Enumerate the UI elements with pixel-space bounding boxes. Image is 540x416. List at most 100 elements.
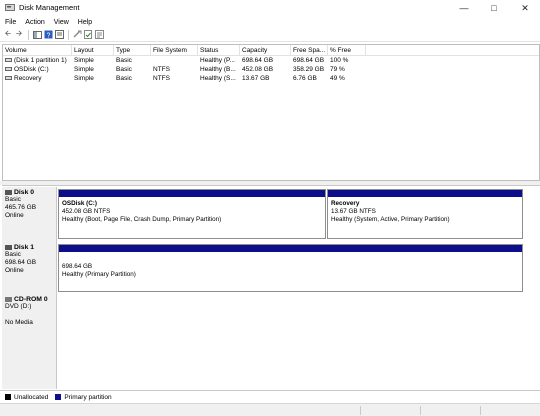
settings-button[interactable] (94, 30, 104, 40)
disk-type: Basic (5, 196, 21, 203)
status-bar (0, 403, 540, 416)
disk-row-cdrom: CD-ROM 0 DVD (D:) No Media (2, 294, 540, 344)
legend: Unallocated Primary partition (0, 390, 540, 403)
toolbar-separator (68, 29, 69, 40)
volume-list-header: Volume Layout Type File System Status Ca… (3, 45, 539, 56)
capacity-cell: 13.67 GB (242, 75, 270, 82)
drive-icon (5, 58, 12, 63)
console-tree-icon (32, 30, 42, 39)
layout-cell: Simple (74, 66, 94, 73)
free-space-cell: 698.64 GB (293, 57, 325, 64)
toolbar: 🡨 🡪 ? (0, 28, 540, 42)
column-header-free-space[interactable]: Free Spa... (291, 45, 328, 56)
connect-button[interactable] (72, 30, 82, 40)
disk-name: Disk 1 (14, 244, 35, 251)
table-row[interactable]: OSDisk (C:) Simple Basic NTFS Healthy (B… (3, 65, 539, 74)
forward-button[interactable]: 🡪 (14, 28, 24, 40)
column-header-capacity[interactable]: Capacity (240, 45, 291, 56)
layout-cell: Simple (74, 75, 94, 82)
close-icon: ✕ (521, 2, 529, 13)
partition-size: 452.08 GB NTFS (62, 208, 111, 215)
type-cell: Basic (116, 66, 132, 73)
maximize-button[interactable]: □ (479, 0, 509, 16)
menu-file[interactable]: File (5, 19, 16, 26)
menu-bar: File Action View Help (0, 16, 540, 28)
primary-partition-bar (59, 245, 522, 252)
legend-primary-partition: Primary partition (64, 393, 112, 401)
partition-disk1[interactable]: 698.64 GB Healthy (Primary Partition) (58, 244, 523, 292)
primary-partition-bar (328, 190, 522, 197)
status-cell: Healthy (S... (200, 75, 236, 82)
help-button[interactable]: ? (43, 30, 53, 40)
unallocated-swatch (5, 394, 11, 400)
disk-size: 698.64 GB (5, 259, 37, 266)
file-system-cell: NTFS (153, 66, 170, 73)
disk-label-filler (2, 344, 57, 389)
disk-name: Disk 0 (14, 189, 35, 196)
partition-title: OSDisk (C:) (62, 200, 97, 207)
menu-help[interactable]: Help (78, 19, 92, 26)
disk-status: Online (5, 267, 24, 274)
cdrom-0-label[interactable]: CD-ROM 0 DVD (D:) No Media (2, 294, 57, 344)
close-button[interactable]: ✕ (510, 0, 540, 16)
partition-status: Healthy (System, Active, Primary Partiti… (331, 216, 450, 223)
free-space-cell: 6.76 GB (293, 75, 317, 82)
partition-title: Recovery (331, 200, 360, 207)
disk-management-app-icon (5, 4, 15, 11)
maximize-icon: □ (491, 3, 497, 13)
disk-0-label[interactable]: Disk 0 Basic 465.76 GB Online (2, 187, 57, 242)
column-header-file-system[interactable]: File System (151, 45, 198, 56)
partition-recovery[interactable]: Recovery 13.67 GB NTFS Healthy (System, … (327, 189, 523, 239)
properties-button[interactable] (54, 30, 64, 40)
volume-cell: OSDisk (C:) (3, 65, 72, 74)
column-header-type[interactable]: Type (114, 45, 151, 56)
table-row[interactable]: Recovery Simple Basic NTFS Healthy (S...… (3, 74, 539, 83)
check-document-icon (83, 30, 92, 39)
hard-disk-icon (5, 245, 12, 250)
disk-status: No Media (5, 319, 33, 326)
partition-size: 13.67 GB NTFS (331, 208, 376, 215)
cdrom-empty-area (59, 294, 540, 344)
show-hide-tree-button[interactable] (32, 30, 42, 40)
disk-1-label[interactable]: Disk 1 Basic 698.64 GB Online (2, 242, 57, 294)
status-cell: Healthy (B... (200, 66, 236, 73)
disk-row-1: Disk 1 Basic 698.64 GB Online 698.64 GB … (2, 242, 540, 294)
back-button[interactable]: 🡨 (3, 28, 13, 40)
capacity-cell: 452.08 GB (242, 66, 274, 73)
title-bar: Disk Management — □ ✕ (0, 0, 540, 16)
file-system-cell (151, 56, 198, 65)
column-header-volume[interactable]: Volume (3, 45, 72, 56)
menu-view[interactable]: View (54, 19, 69, 26)
back-arrow-icon: 🡨 (4, 28, 12, 38)
check-button[interactable] (83, 30, 93, 40)
hard-disk-icon (5, 190, 12, 195)
menu-action[interactable]: Action (25, 19, 44, 26)
disk-map: Disk 0 Basic 465.76 GB Online OSDisk (C:… (2, 185, 540, 389)
percent-free-cell: 79 % (330, 66, 345, 73)
settings-list-icon (94, 30, 104, 39)
type-cell: Basic (116, 75, 132, 82)
partition-size: 698.64 GB (62, 263, 93, 270)
minimize-button[interactable]: — (449, 0, 479, 16)
free-space-cell: 358.29 GB (293, 66, 325, 73)
column-header-layout[interactable]: Layout (72, 45, 114, 56)
disk-type: Basic (5, 251, 21, 258)
column-header-percent-free[interactable]: % Free (328, 45, 366, 56)
properties-icon (54, 30, 64, 39)
layout-cell: Simple (74, 57, 94, 64)
connect-icon (73, 30, 81, 38)
column-header-status[interactable]: Status (198, 45, 240, 56)
table-row[interactable]: (Disk 1 partition 1) Simple Basic Health… (3, 56, 539, 65)
partition-osdisk[interactable]: OSDisk (C:) 452.08 GB NTFS Healthy (Boot… (58, 189, 326, 239)
type-cell: Basic (116, 57, 132, 64)
svg-text:?: ? (46, 33, 50, 40)
optical-drive-icon (5, 297, 12, 302)
disk-row-0: Disk 0 Basic 465.76 GB Online OSDisk (C:… (2, 187, 540, 242)
drive-icon (5, 67, 12, 72)
forward-arrow-icon: 🡪 (15, 28, 23, 38)
toolbar-separator (28, 29, 29, 40)
percent-free-cell: 100 % (330, 57, 349, 64)
drive-icon (5, 76, 12, 81)
status-bar-divider (480, 406, 481, 415)
help-icon: ? (44, 30, 52, 40)
